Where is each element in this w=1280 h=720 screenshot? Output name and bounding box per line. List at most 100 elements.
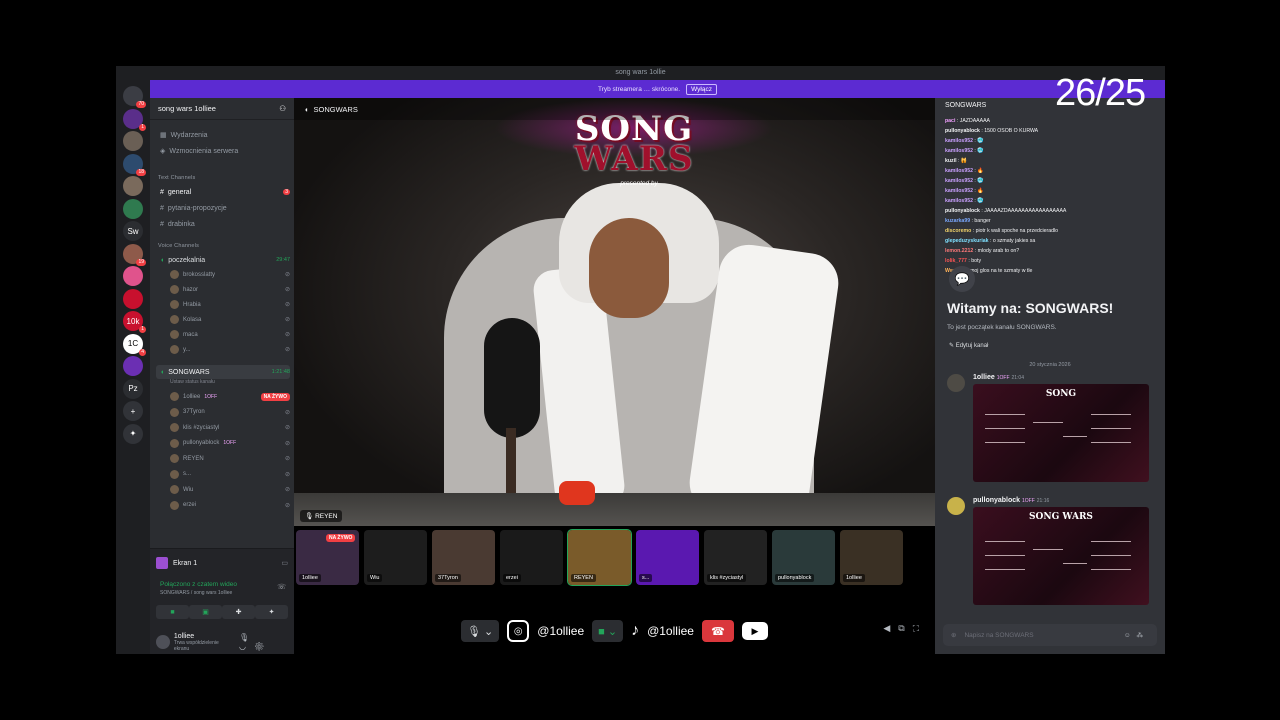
window-title: song wars 1ollie [116,66,1165,80]
voice-channel-songwars[interactable]: ◖ SONGWARS 1:21:48 [156,365,290,379]
voice-user[interactable]: pullonyablock 1OFF ⊘ [170,437,290,450]
voice-user[interactable]: hazor ⊘ [170,283,290,296]
server-icon[interactable]: Pz [123,378,143,399]
guild-header[interactable]: song wars 1olliee ⚇ [150,98,294,120]
edit-channel-button[interactable]: ✎ Edytuj kanał [949,342,988,349]
participant-tile[interactable]: 1olliee NA ŻYWO [296,530,359,585]
voice-user[interactable]: 37Tyron ⊘ [170,406,290,419]
channel-status[interactable]: Ustaw status kanału [170,379,215,385]
server-icon[interactable]: ✦ [123,423,143,444]
bracket-image[interactable]: SONG [973,384,1149,482]
avatar[interactable] [947,374,965,392]
text-category[interactable]: Text Channels [158,175,195,181]
voice-user[interactable]: y... ⊘ [170,343,290,356]
settings-gear-icon[interactable]: ⚙ [254,642,272,651]
main-video[interactable]: SONG WARS presented by 🎙 REYEN [294,98,935,526]
avatar [170,285,179,294]
server-icon[interactable] [123,266,143,286]
welcome-subtitle: To jest początek kanału SONGWARS. [947,324,1057,331]
channel-pytania[interactable]: # pytania-propozycje [156,201,290,215]
channel-drabinka[interactable]: # drabinka [156,217,290,231]
message-composer[interactable]: ⊕ Napisz na SONGWARS ☺⁂ [943,624,1157,646]
headphones-icon[interactable]: ◡ [239,642,254,651]
participant-tile[interactable]: 37Tyron [432,530,495,585]
invite-icon[interactable]: ⚇ [279,104,286,113]
apps-icon[interactable]: ⁂ [1137,632,1150,639]
voice-user[interactable]: brokosslatty ⊘ [170,268,290,281]
author-name[interactable]: pullonyablock [973,497,1020,504]
add-attachment-icon[interactable]: ⊕ [951,631,956,639]
hang-up-button[interactable]: ☎ [701,620,734,642]
voice-user[interactable]: Hrabia ⊘ [170,298,290,311]
server-icon[interactable]: 70 [123,86,146,108]
share-screen-button[interactable]: ▣ [189,605,222,619]
voice-user[interactable]: Kolasa ⊘ [170,313,290,326]
participant-tile[interactable]: pullonyablock [772,530,835,585]
channel-sidebar: song wars 1olliee ⚇ ▦ Wydarzenia ◈ Wzmocni… [150,98,294,654]
soundboard-button[interactable]: ✦ [255,605,288,619]
server-icon[interactable]: 18 [123,153,146,176]
emoji-icon[interactable]: ☺ [1124,632,1137,639]
screen-share-item[interactable]: Ekran 1 ▭ [156,555,288,571]
server-icon[interactable]: 1 [123,108,146,131]
mute-button[interactable]: 🎙 ⌄ [461,620,500,642]
activities-button[interactable]: ✚ [222,605,255,619]
popout-icon[interactable]: ▭ [281,559,288,567]
mic-icon[interactable]: 🎙 [239,633,257,642]
volume-icon[interactable]: ◀ [883,623,898,633]
live-badge: NA ŻYWO [260,392,290,401]
server-icon[interactable] [123,131,143,151]
chat-text: o szmaty jakies sa [992,238,1036,244]
voice-user[interactable]: s... ⊘ [170,468,290,481]
timestamp: 21:04 [1011,375,1024,381]
connection-location[interactable]: SONGWARS / song wars 1olliee [160,590,232,596]
muted-icon: ⊘ [284,440,290,447]
hash-icon: # [160,220,164,228]
channel-general[interactable]: # general 3 [156,185,290,199]
voice-user[interactable]: maca ⊘ [170,328,290,341]
author-name[interactable]: 1olliee [973,374,995,381]
server-icon[interactable]: + [123,401,143,421]
camera-button[interactable]: ■ [156,605,189,619]
instagram-icon: ◎ [507,620,530,642]
disable-streamer-mode-button[interactable]: Wyłącz [686,83,717,95]
server-icon[interactable]: Sw [123,221,143,241]
events-item[interactable]: ▦ Wydarzenia [156,128,290,142]
participant-name: pullonyablock [775,574,815,582]
server-icon[interactable]: 1C 4 [123,333,146,356]
avatar[interactable] [947,497,965,515]
calendar-icon: ▦ [160,132,167,139]
participant-tile[interactable]: s... [636,530,699,585]
voice-user[interactable]: 1olliee 1OFF NA ŻYWO [170,390,290,403]
voice-user-name: REYEN [183,455,204,462]
camera-button[interactable]: ■ ⌄ [592,620,624,642]
voice-user[interactable]: erzei ⊘ [170,499,290,512]
chat-channel-title: SONGWARS [945,102,987,109]
voice-user[interactable]: klis #zyciastyl ⊘ [170,421,290,434]
voice-category[interactable]: Voice Channels [158,243,199,249]
streamer-mode-banner: Tryb streamera … skrócone. Wyłącz [150,80,1165,98]
participant-tile[interactable]: 1olliee [840,530,903,585]
user-name: 1olliee [173,632,195,640]
participant-tile[interactable]: REYEN [567,529,632,586]
popout-icon[interactable]: ⧉ [898,623,912,633]
server-icon[interactable] [123,198,143,219]
server-icon[interactable] [123,356,143,376]
participant-tile[interactable]: Wiu [364,530,427,585]
fullscreen-icon[interactable]: ⛶ [913,623,927,633]
voice-user[interactable]: REYEN ⊘ [170,452,290,465]
bracket-image[interactable]: SONG WARS [973,507,1149,605]
server-icon[interactable]: 10k 1 [123,311,146,333]
voice-user[interactable]: Wiu ⊘ [170,483,290,496]
muted-icon: ⊘ [284,471,290,478]
server-icon[interactable] [123,176,143,196]
voice-channel-poczekalnia[interactable]: ◖ poczekalnia 29:47 [156,253,290,267]
avatar[interactable] [156,635,170,649]
unread-badge: 3 [283,189,290,195]
server-icon[interactable]: 19 [123,243,146,266]
participant-tile[interactable]: erzei [500,530,563,585]
participant-tile[interactable]: klis #zyciastyl [704,530,767,585]
disconnect-icon[interactable]: ☏ [277,583,286,591]
server-icon[interactable] [123,288,143,309]
boosts-item[interactable]: ◈ Wzmocnienia serwera [156,144,290,158]
